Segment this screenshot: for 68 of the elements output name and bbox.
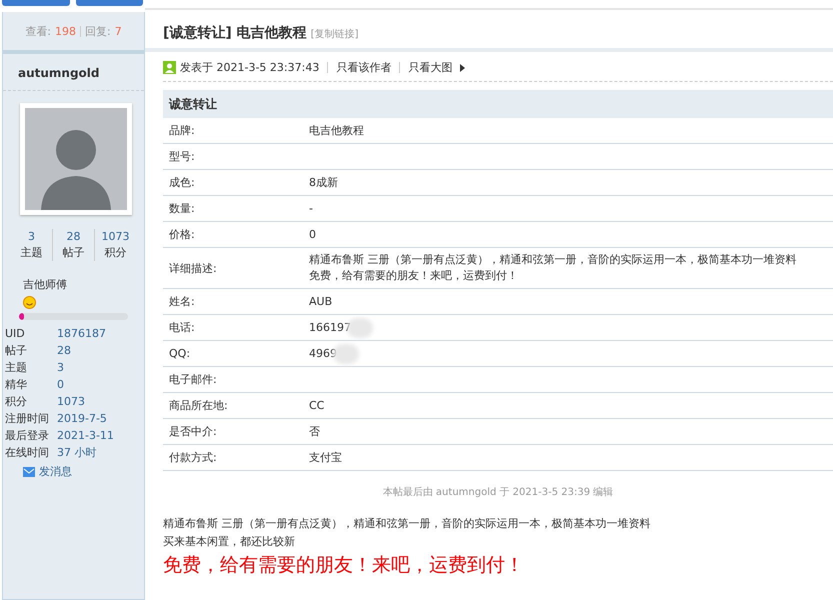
- field-label: 数量:: [169, 201, 196, 216]
- views-count: 198: [55, 24, 76, 38]
- stat-label: 主题: [20, 245, 44, 261]
- profile-value: 2019-7-5: [57, 411, 108, 426]
- profile-label: 帖子: [5, 343, 28, 358]
- edit-note: 本帖最后由 autumngold 于 2021-3-5 23:39 编辑: [382, 486, 614, 499]
- post-time: 发表于 2021-3-5 23:37:43: [180, 60, 320, 75]
- profile-value: 1073: [57, 394, 86, 409]
- stat-label: 帖子: [62, 245, 86, 261]
- field-label: 详细描述:: [169, 260, 218, 276]
- profile-value: 0: [57, 377, 65, 392]
- profile-label: 最后登录: [5, 428, 50, 443]
- field-label: 成色:: [169, 175, 196, 190]
- author-only-link[interactable]: 只看该作者: [336, 60, 392, 75]
- field-value: 8成新: [309, 175, 339, 190]
- profile-value: 3: [57, 360, 65, 375]
- field-value: 0: [309, 228, 317, 241]
- field-label: 是否中介:: [169, 424, 218, 439]
- field-label: QQ:: [169, 347, 192, 360]
- field-label: 姓名:: [169, 294, 196, 309]
- post-text: 买来基本闲置，都还比较新: [163, 534, 296, 550]
- field-value: CC: [309, 399, 326, 412]
- post-text: 精通布鲁斯 三册（第一册有点泛黄），精通和弦第一册，音阶的实际运用一本，极简基本功一堆资料: [163, 516, 652, 532]
- replies-count: 7: [114, 24, 122, 38]
- profile-value: 37 小时: [57, 445, 98, 460]
- profile-label: 积分: [5, 394, 28, 409]
- big-images-link[interactable]: 只看大图: [408, 60, 452, 75]
- field-value: 否: [309, 424, 321, 439]
- views-label: 查看:: [25, 24, 51, 38]
- replies-label: 回复:: [85, 24, 111, 38]
- stat-value[interactable]: 28: [53, 229, 94, 245]
- profile-label: 在线时间: [5, 445, 50, 460]
- field-value: 4969: [309, 347, 337, 360]
- field-label: 型号:: [169, 149, 196, 164]
- field-value: 166197: [309, 321, 351, 334]
- stat-value[interactable]: 1073: [95, 229, 136, 245]
- field-value: 精通布鲁斯 三册（第一册有点泛黄），精通和弦第一册，音阶的实际运用一本，极简基本功一堆资料 免费，给有需要的朋友！来吧，运费到付！: [309, 252, 798, 284]
- field-label: 电话:: [169, 320, 196, 335]
- profile-value: 1876187: [57, 326, 107, 341]
- profile-value: 28: [57, 343, 72, 358]
- highlight-text: 免费，给有需要的朋友！来吧，运费到付！: [163, 553, 525, 577]
- field-label: 商品所在地:: [169, 398, 229, 413]
- stat-value[interactable]: 3: [11, 229, 52, 245]
- copy-link[interactable]: [复制链接]: [310, 29, 358, 40]
- table-title: 诚意转让: [163, 91, 833, 118]
- mail-icon: [23, 466, 35, 476]
- field-value: AUB: [309, 295, 334, 308]
- profile-label: UID: [5, 326, 26, 341]
- field-value: 电吉他教程: [309, 123, 365, 138]
- field-label: 付款方式:: [169, 450, 218, 465]
- field-value: -: [309, 202, 314, 215]
- thread-title: [诚意转让] 电吉他教程: [163, 25, 307, 41]
- author-name[interactable]: autumngold: [3, 54, 144, 91]
- profile-value: 2021-3-11: [57, 428, 115, 443]
- field-label: 电子邮件:: [169, 372, 218, 387]
- send-message-link[interactable]: 发消息: [39, 464, 72, 479]
- user-icon: [163, 61, 176, 74]
- user-rank: 吉他师傅: [23, 277, 68, 292]
- profile-label: 主题: [5, 360, 28, 375]
- stat-label: 积分: [104, 245, 128, 261]
- profile-label: 注册时间: [5, 411, 50, 426]
- smiley-icon: [23, 296, 36, 309]
- profile-label: 精华: [5, 377, 28, 392]
- field-label: 价格:: [169, 227, 196, 242]
- caret-icon[interactable]: [460, 64, 466, 72]
- field-value: 支付宝: [309, 450, 343, 465]
- avatar[interactable]: [20, 103, 132, 215]
- field-label: 品牌:: [169, 123, 196, 138]
